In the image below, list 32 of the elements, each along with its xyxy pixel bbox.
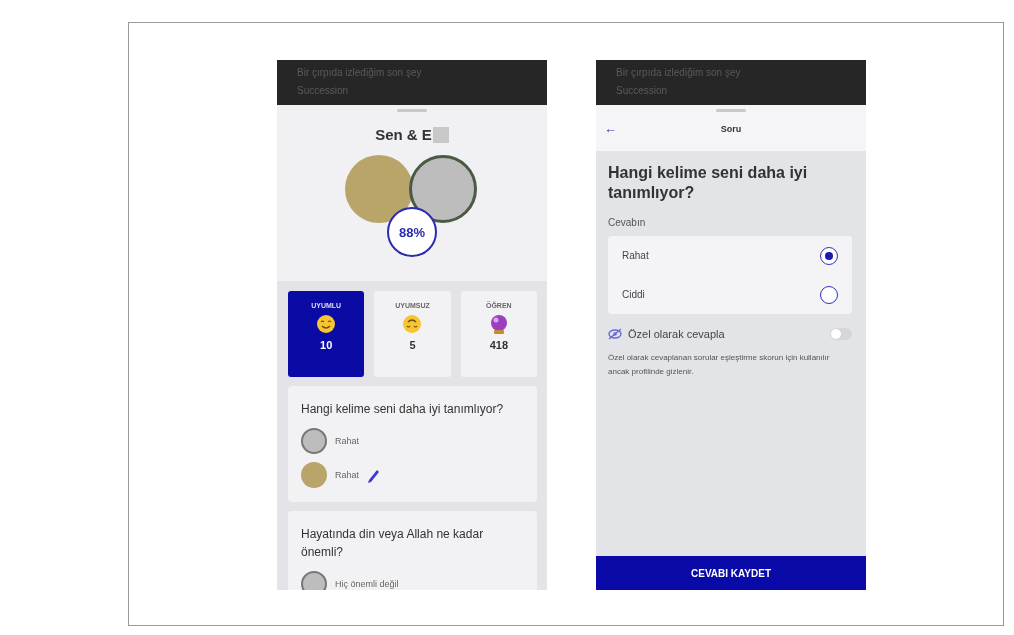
pencil-icon[interactable] [367, 467, 381, 483]
upside-down-face-icon [402, 314, 423, 334]
avatar-circle [301, 571, 327, 590]
private-answer-label: Özel olarak cevapla [628, 328, 726, 340]
avatar-circle [301, 462, 327, 488]
question-text: Hayatında din veya Allah ne kadar önemli? [301, 526, 485, 561]
question-card[interactable]: Hangi kelime seni daha iyi tanımlıyor? Rahat Rahat [288, 386, 537, 502]
option-label[interactable]: Ciddi [622, 289, 645, 300]
drag-handle[interactable] [716, 109, 746, 112]
smiling-face-icon [316, 314, 337, 334]
match-title: Sen & E [375, 126, 432, 143]
redaction-block [432, 126, 449, 143]
toggle-switch[interactable] [830, 328, 852, 340]
option-label[interactable]: Rahat [622, 250, 649, 261]
eye-slash-icon [608, 328, 622, 340]
match-percent-badge: 88% [387, 207, 437, 257]
crystal-ball-icon [488, 314, 509, 334]
avatar-circle [301, 428, 327, 454]
info-text: Özel olarak cevaplanan sorular eşleştirme skorun için kullanılır ancak profilinde gizlenir. [608, 352, 831, 378]
drag-handle[interactable] [397, 109, 427, 112]
screen-title: Soru [719, 123, 743, 134]
radio-button[interactable] [820, 285, 838, 304]
answer-label: Cevabın [608, 217, 647, 228]
question-heading: Hangi kelime seni daha iyi tanımlıyor? [608, 163, 809, 203]
question-card[interactable]: Hayatında din veya Allah ne kadar önemli? Hiç önemli değil [288, 511, 537, 590]
save-answer-button[interactable]: CEVABI KAYDET [596, 556, 866, 590]
answer-text: Rahat [335, 470, 360, 480]
answer-text: Hiç önemli değil [335, 579, 399, 589]
answer-text: Rahat [335, 436, 360, 446]
question-text: Hangi kelime seni daha iyi tanımlıyor? [301, 401, 505, 418]
radio-button[interactable] [820, 246, 838, 265]
back-button[interactable]: ← [596, 121, 626, 136]
